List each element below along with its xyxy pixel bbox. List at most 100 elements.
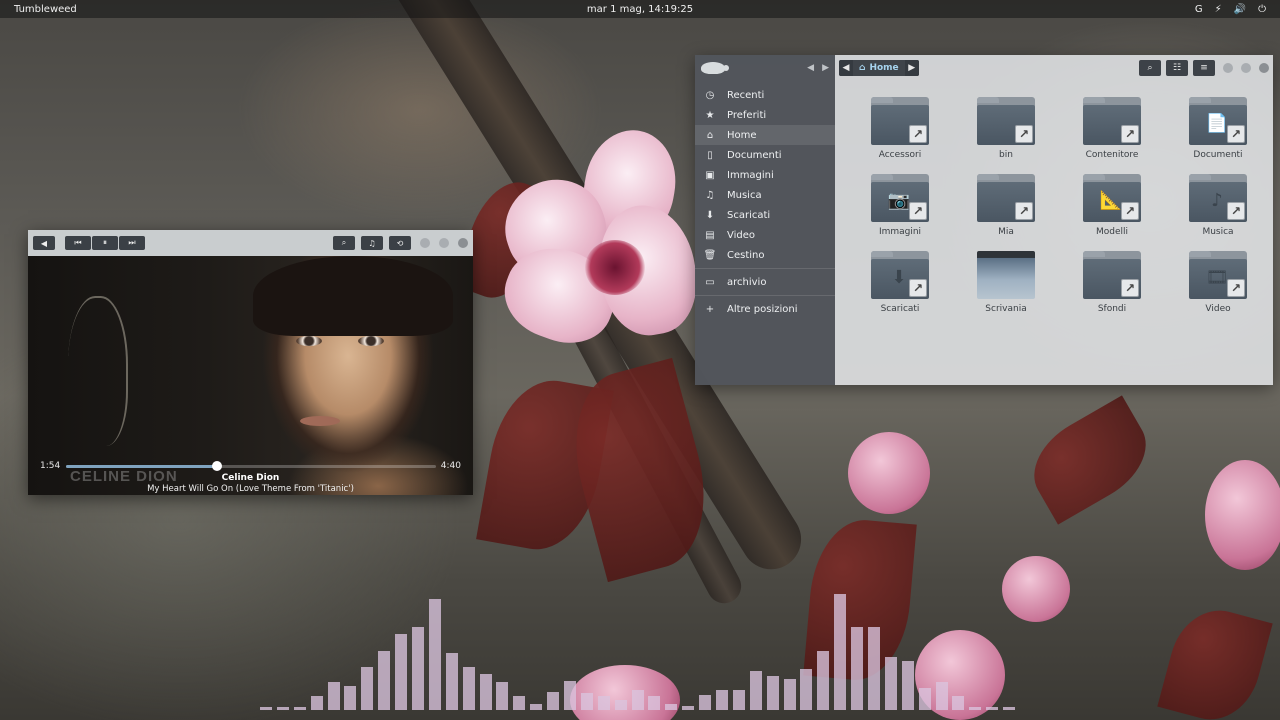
visualizer-bar — [952, 696, 965, 710]
folder-item[interactable]: ♪ ↗ Musica — [1165, 174, 1271, 237]
folder-item[interactable]: 🎞 ↗ Video — [1165, 251, 1271, 314]
track-duration: 4:40 — [440, 461, 461, 471]
system-tray[interactable]: G ⚡ 🔊 ⏻ — [1195, 4, 1266, 15]
visualizer-bar — [665, 704, 678, 710]
folder-item[interactable]: 📷 ↗ Immagini — [847, 174, 953, 237]
sidebar-item-recenti[interactable]: ◷ Recenti — [695, 85, 835, 105]
sidebar-item-archivio[interactable]: ▭ archivio — [695, 272, 835, 292]
visualizer-bar — [547, 691, 560, 710]
wallpaper-leaf — [1157, 600, 1273, 720]
seek-bar[interactable] — [66, 461, 436, 471]
search-button[interactable]: ⌕ — [1139, 60, 1161, 76]
keyboard-layout-indicator[interactable]: G — [1195, 4, 1203, 15]
folder-label: bin — [999, 150, 1013, 160]
path-crumb-label: Home — [869, 63, 899, 73]
visualizer-bar — [445, 652, 458, 710]
sidebar-item-immagini[interactable]: ▣ Immagini — [695, 165, 835, 185]
maximize-button[interactable] — [1241, 63, 1251, 73]
close-button[interactable] — [1259, 63, 1269, 73]
volume-icon[interactable]: 🔊 — [1234, 4, 1246, 15]
back-arrow-icon[interactable]: ◀ — [807, 63, 814, 73]
folder-item[interactable]: ↗ Accessori — [847, 97, 953, 160]
symlink-arrow-icon: ↗ — [1121, 202, 1139, 220]
visualizer-bar — [462, 666, 475, 710]
sidebar-item-home[interactable]: ⌂ Home — [695, 125, 835, 145]
next-track-button[interactable]: ⏭ — [119, 236, 145, 250]
visualizer-bar — [851, 627, 864, 710]
folder-label: Video — [1205, 304, 1231, 314]
folder-item[interactable]: 📄 ↗ Documenti — [1165, 97, 1271, 160]
folder-item[interactable]: 📐 ↗ Modelli — [1059, 174, 1165, 237]
folder-icon: ↗ — [1083, 251, 1141, 299]
sidebar-item-preferiti[interactable]: ★ Preferiti — [695, 105, 835, 125]
power-icon[interactable]: ⏻ — [1258, 4, 1266, 15]
sidebar-item-label: Cestino — [727, 249, 765, 261]
home-icon: ⌂ — [859, 63, 866, 73]
symlink-arrow-icon: ↗ — [1121, 279, 1139, 297]
wallpaper-bud — [848, 432, 930, 514]
folder-label: Immagini — [878, 227, 922, 237]
minimize-button[interactable] — [1223, 63, 1233, 73]
activities-button[interactable]: Tumbleweed — [14, 4, 77, 15]
seek-handle[interactable] — [211, 461, 222, 471]
folder-item[interactable]: ↗ Sfondi — [1059, 251, 1165, 314]
forward-arrow-icon[interactable]: ▶ — [822, 63, 829, 73]
path-left-arrow-icon[interactable]: ◀ — [839, 60, 853, 76]
minimize-button[interactable] — [420, 238, 430, 248]
sidebar-item-label: Scaricati — [727, 209, 771, 221]
previous-track-button[interactable]: ⏮ — [65, 236, 91, 250]
path-crumb-home[interactable]: ⌂ Home — [853, 63, 905, 73]
folder-icon — [977, 251, 1035, 299]
folder-item[interactable]: Scrivania — [953, 251, 1059, 314]
cover-eye — [296, 336, 322, 346]
skip-back-icon: ⏮ — [74, 238, 82, 247]
folder-icon: ↗ — [977, 97, 1035, 145]
clock[interactable]: mar 1 mag, 14:19:25 — [587, 4, 693, 15]
folder-icon: 📐 ↗ — [1083, 174, 1141, 222]
visualizer-bar — [969, 707, 982, 710]
sidebar-item-scaricati[interactable]: ⬇ Scaricati — [695, 205, 835, 225]
sidebar-header: ◀ ▶ — [695, 55, 835, 81]
visualizer-bar — [918, 687, 931, 710]
folder-icon: ↗ — [977, 174, 1035, 222]
track-title: My Heart Will Go On (Love Theme From 'Ti… — [147, 484, 354, 494]
wallpaper-leaf — [556, 357, 724, 583]
wallpaper-blossom — [576, 123, 684, 247]
sidebar-item-altre-posizioni[interactable]: + Altre posizioni — [695, 299, 835, 319]
artist-name: Celine Dion — [221, 473, 280, 483]
maximize-button[interactable] — [439, 238, 449, 248]
close-button[interactable] — [458, 238, 468, 248]
symlink-arrow-icon: ↗ — [909, 202, 927, 220]
menu-button[interactable]: ≡ — [1193, 60, 1215, 76]
folder-item[interactable]: ↗ Contenitore — [1059, 97, 1165, 160]
network-icon[interactable]: ⚡ — [1215, 4, 1222, 15]
repeat-icon: ⟲ — [396, 238, 404, 248]
path-right-arrow-icon[interactable]: ▶ — [904, 60, 919, 76]
music-note-icon: ♫ — [368, 238, 376, 248]
search-button[interactable]: ⌕ — [333, 236, 355, 250]
sidebar-item-label: Immagini — [727, 169, 774, 181]
sidebar-item-documenti[interactable]: ▯ Documenti — [695, 145, 835, 165]
music-view-button[interactable]: ♫ — [361, 236, 383, 250]
folder-item[interactable]: ⬇ ↗ Scaricati — [847, 251, 953, 314]
visualizer-bar — [614, 700, 627, 710]
folder-item[interactable]: ↗ Mia — [953, 174, 1059, 237]
folder-icon: ♪ ↗ — [1189, 174, 1247, 222]
repeat-button[interactable]: ⟲ — [389, 236, 411, 250]
seek-progress — [66, 465, 217, 468]
sidebar-item-video[interactable]: ▤ Video — [695, 225, 835, 245]
back-button[interactable]: ◀ — [33, 236, 55, 250]
folder-icon: 📄 ↗ — [1189, 97, 1247, 145]
sidebar-item-cestino[interactable]: 🗑 Cestino — [695, 245, 835, 265]
folder-label: Documenti — [1193, 150, 1243, 160]
sidebar-item-musica[interactable]: ♫ Musica — [695, 185, 835, 205]
folder-item[interactable]: ↗ bin — [953, 97, 1059, 160]
folder-label: Modelli — [1095, 227, 1129, 237]
view-mode-button[interactable]: ☷ — [1166, 60, 1188, 76]
sidebar-places: ◷ Recenti ★ Preferiti ⌂ Home ▯ Documenti ▣ Immagi… — [695, 85, 835, 319]
pause-button[interactable]: ⏸ — [92, 236, 118, 250]
symlink-arrow-icon: ↗ — [1121, 125, 1139, 143]
wallpaper-leaf — [1018, 395, 1162, 525]
visualizer-bar — [564, 680, 576, 710]
sidebar-item-label: Recenti — [727, 89, 765, 101]
